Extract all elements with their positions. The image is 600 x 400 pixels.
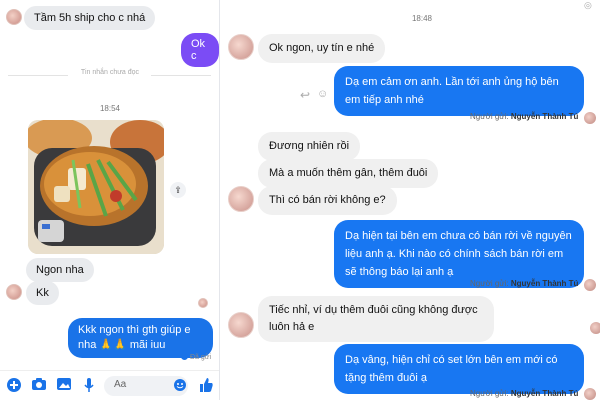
right-chat-panel: 18:48 ◎ Ok ngon, uy tín e nhé Dạ em cảm …: [222, 0, 600, 400]
message-bubble-out: Dạ hiện tại bên em chưa có bán rời về ng…: [334, 220, 584, 288]
avatar: [6, 284, 22, 300]
avatar: [228, 34, 254, 60]
composer-toolbar: Aa: [0, 370, 219, 400]
like-icon[interactable]: [198, 378, 214, 394]
emoji-icon[interactable]: [172, 379, 188, 395]
camera-icon[interactable]: [31, 378, 47, 394]
sender-label: Người gửi: Nguyễn Thành Tú: [470, 389, 578, 398]
seen-avatar: [584, 112, 596, 124]
mic-icon[interactable]: [81, 378, 97, 394]
sender-prefix: Người gửi:: [470, 112, 509, 121]
message-bubble: Kk: [26, 281, 59, 305]
share-icon[interactable]: ⇪: [170, 182, 186, 198]
message-bubble: Mà a muốn thêm gân, thêm đuôi: [258, 159, 439, 188]
message-bubble-out: Kkk ngon thì gth giúp e nha 🙏🙏 mãi iuu: [68, 318, 213, 358]
sender-prefix: Người gửi:: [470, 389, 509, 398]
reply-icon[interactable]: ↩: [300, 88, 310, 102]
seen-icon: ◎: [584, 0, 592, 10]
message-bubble: Đương nhiên rồi: [258, 132, 361, 161]
sent-check-icon: [181, 353, 188, 360]
timestamp: 18:48: [411, 14, 433, 23]
sender-label: Người gửi: Nguyễn Thành Tú: [470, 279, 578, 288]
message-bubble: Ngon nha: [26, 258, 94, 282]
message-bubble: Thì có bán rời không e?: [258, 186, 397, 215]
sent-status-label: Đã gửi: [190, 354, 212, 361]
message-bubble: Tiếc nhỉ, ví dụ thêm đuôi cũng không đượ…: [258, 296, 494, 342]
sent-status: Đã gửi: [181, 353, 211, 361]
sender-name: Nguyễn Thành Tú: [510, 112, 579, 121]
unread-divider-label: Tin nhắn chưa đọc: [80, 69, 140, 76]
message-bubble: Ok ngon, uy tín e nhé: [258, 34, 386, 63]
image-icon[interactable]: [56, 378, 72, 394]
message-bubble-out: Ok c: [181, 33, 219, 67]
sender-label: Người gửi: Nguyễn Thành Tú: [470, 112, 578, 121]
message-bubble: Tầm 5h ship cho c nhá: [24, 6, 156, 30]
avatar: [228, 186, 254, 212]
left-chat-panel: Tầm 5h ship cho c nhá Ok c Tin nhắn chưa…: [0, 0, 220, 400]
timestamp: 18:54: [99, 104, 121, 113]
seen-avatar: [584, 279, 596, 291]
avatar: [228, 312, 254, 338]
message-bubble-out: Dạ vâng, hiện chỉ có set lớn bên em mới …: [334, 344, 584, 394]
seen-avatar: [584, 388, 596, 400]
seen-avatar: [590, 322, 600, 334]
seen-avatar: [198, 298, 208, 308]
sender-prefix: Người gửi:: [470, 279, 509, 288]
react-icon[interactable]: ☺: [317, 88, 328, 100]
sender-name: Nguyễn Thành Tú: [510, 279, 579, 288]
avatar: [6, 9, 22, 25]
message-bubble-out: Dạ em cảm ơn anh. Lần tới anh ủng hộ bên…: [334, 66, 584, 116]
plus-circle-icon[interactable]: [6, 378, 22, 394]
food-photo[interactable]: [28, 120, 164, 254]
sender-name: Nguyễn Thành Tú: [510, 389, 579, 398]
